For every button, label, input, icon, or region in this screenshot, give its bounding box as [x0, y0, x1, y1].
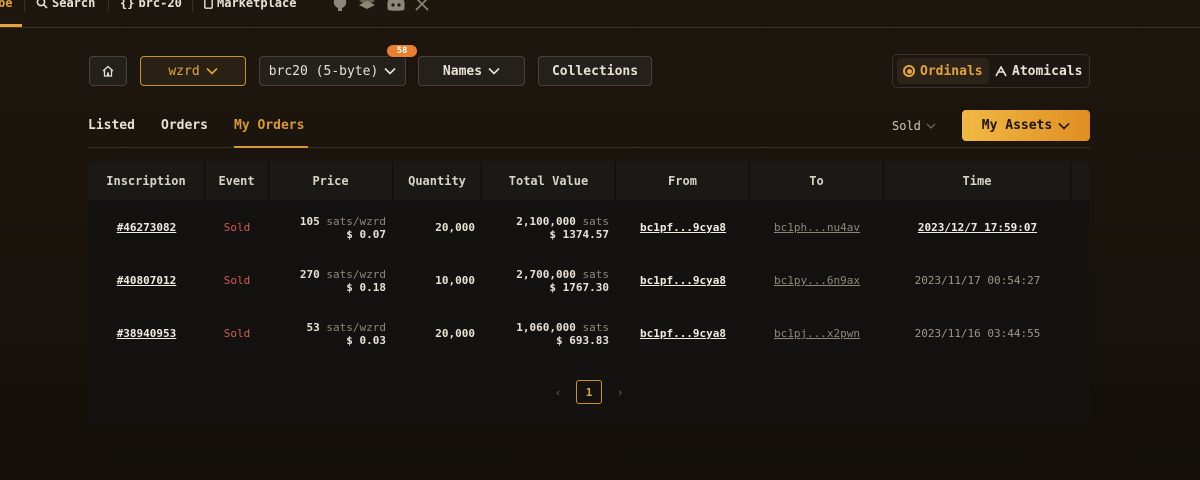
column-header-inscription: Inscription	[88, 161, 205, 200]
total-sats: 2,100,000 sats	[516, 214, 609, 228]
nav-item-marketplace[interactable]: Marketplace	[204, 0, 296, 10]
discord-icon[interactable]	[386, 0, 406, 11]
status-filter-label: Sold	[892, 119, 921, 133]
standard-dropdown[interactable]: brc20 (5-byte)	[259, 56, 406, 86]
column-header-from: From	[616, 161, 750, 200]
total-sats: 2,700,000 sats	[516, 267, 609, 281]
standard-count-badge: 58	[386, 44, 418, 58]
event-label: Sold	[223, 274, 251, 287]
table-header: Inscription Event Price Quantity Total V…	[88, 161, 1090, 200]
price-usd: $ 0.18	[346, 280, 386, 294]
nav-item-partial[interactable]: be	[0, 0, 12, 10]
total-usd: $ 693.83	[556, 333, 609, 347]
time-value: 2023/11/17 00:54:27	[914, 274, 1041, 287]
inscription-link[interactable]: #46273082	[117, 221, 177, 234]
collections-label: Collections	[551, 63, 639, 79]
column-header-quantity: Quantity	[393, 161, 482, 200]
home-button[interactable]	[89, 56, 127, 86]
prev-page-button[interactable]: ‹	[548, 380, 568, 404]
chevron-down-icon	[206, 67, 218, 75]
page-1-button[interactable]: 1	[576, 380, 602, 404]
total-usd: $ 1374.57	[549, 227, 609, 241]
table-row: #40807012 Sold 270 sats/wzrd $ 0.18 10,00…	[88, 254, 1090, 307]
github-icon[interactable]	[332, 0, 348, 11]
pagination: ‹ 1 ›	[548, 380, 632, 404]
table-row: #46273082 Sold 105 sats/wzrd $ 0.07 20,00…	[88, 201, 1090, 254]
tab-my-orders[interactable]: My Orders	[234, 118, 304, 133]
home-icon	[102, 65, 114, 77]
protocol-atomicals-label: Atomicals	[1012, 63, 1083, 79]
ticker-dropdown[interactable]: wzrd	[140, 56, 246, 86]
protocol-switch: Ordinals Atomicals	[892, 54, 1090, 88]
table-row: #38940953 Sold 53 sats/wzrd $ 0.03 20,000…	[88, 307, 1090, 360]
event-label: Sold	[223, 327, 251, 340]
ordinals-icon	[903, 65, 915, 77]
inscription-link[interactable]: #40807012	[117, 274, 177, 287]
chevron-down-icon	[488, 67, 500, 75]
inscription-link[interactable]: #38940953	[117, 327, 177, 340]
protocol-ordinals-label: Ordinals	[920, 63, 983, 79]
total-usd: $ 1767.30	[549, 280, 609, 294]
column-header-event: Event	[205, 161, 269, 200]
price-usd: $ 0.07	[346, 227, 386, 241]
to-address-link[interactable]: bc1ph...nu4av	[774, 221, 860, 234]
column-header-price: Price	[269, 161, 393, 200]
standard-label: brc20 (5-byte)	[268, 63, 379, 79]
column-header-time: Time	[884, 161, 1071, 200]
braces-icon: {}	[120, 0, 135, 10]
books-icon[interactable]	[358, 0, 376, 11]
price-usd: $ 0.03	[346, 333, 386, 347]
quantity-value: 10,000	[435, 274, 475, 287]
nav-item-brc20[interactable]: {} brc-20	[120, 0, 182, 10]
tab-orders[interactable]: Orders	[161, 118, 208, 133]
price-sats: 270 sats/wzrd	[299, 267, 386, 281]
event-label: Sold	[223, 221, 251, 234]
status-filter-dropdown[interactable]: Sold	[892, 119, 936, 133]
price-sats: 105 sats/wzrd	[299, 214, 386, 228]
nav-marketplace-label: Marketplace	[217, 0, 297, 10]
nav-item-search[interactable]: Search	[36, 0, 95, 10]
time-value: 2023/11/16 03:44:55	[914, 327, 1041, 340]
chevron-down-icon	[926, 123, 936, 129]
my-assets-label: My Assets	[981, 118, 1053, 133]
quantity-value: 20,000	[435, 221, 475, 234]
nav-item-partial-label: be	[0, 0, 13, 10]
price-sats: 53 sats/wzrd	[306, 320, 386, 334]
from-address-link[interactable]: bc1pf...9cya8	[640, 327, 726, 340]
nav-divider	[108, 0, 109, 12]
column-header-to: To	[750, 161, 884, 200]
names-dropdown[interactable]: Names	[418, 56, 525, 86]
to-address-link[interactable]: bc1pj...x2pwn	[774, 327, 860, 340]
tab-listed[interactable]: Listed	[88, 118, 135, 133]
column-header-spacer	[1071, 161, 1090, 200]
total-sats: 1,060,000 sats	[516, 320, 609, 334]
active-tab-indicator	[234, 146, 308, 148]
next-page-button[interactable]: ›	[610, 380, 630, 404]
document-icon	[204, 0, 213, 9]
my-assets-button[interactable]: My Assets	[962, 110, 1090, 141]
top-navigation: be Search {} brc-20 Marketplace	[0, 0, 1200, 28]
column-header-total-value: Total Value	[482, 161, 616, 200]
x-twitter-icon[interactable]	[415, 0, 429, 11]
time-link[interactable]: 2023/12/7 17:59:07	[918, 221, 1037, 234]
from-address-link[interactable]: bc1pf...9cya8	[640, 274, 726, 287]
names-label: Names	[442, 63, 483, 79]
quantity-value: 20,000	[435, 327, 475, 340]
nav-active-indicator	[0, 24, 22, 27]
protocol-ordinals[interactable]: Ordinals	[897, 58, 989, 84]
atomicals-icon	[995, 65, 1007, 76]
nav-divider	[24, 0, 25, 12]
chevron-down-icon	[384, 67, 396, 75]
ticker-label: wzrd	[168, 63, 200, 79]
nav-search-label: Search	[52, 0, 96, 10]
nav-brc20-label: brc-20	[138, 0, 182, 10]
collections-button[interactable]: Collections	[538, 56, 652, 86]
chevron-down-icon	[1058, 122, 1070, 130]
to-address-link[interactable]: bc1py...6n9ax	[774, 274, 860, 287]
from-address-link[interactable]: bc1pf...9cya8	[640, 221, 726, 234]
protocol-atomicals[interactable]: Atomicals	[989, 58, 1088, 84]
nav-divider	[192, 0, 193, 12]
search-icon	[36, 0, 48, 9]
